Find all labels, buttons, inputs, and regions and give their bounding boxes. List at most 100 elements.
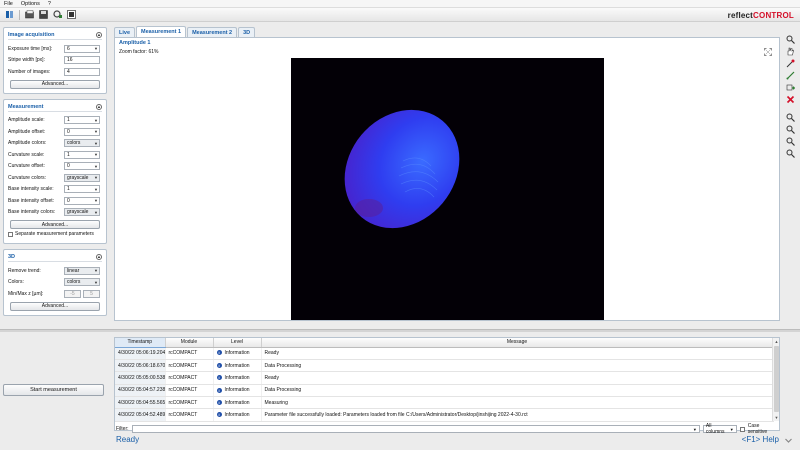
table-row[interactable]: 4/30/22 05:05:00.538 rcCOMPACT i Informat… [115,371,774,385]
three-d-group: 3D ▲ Remove trend: linear ▼ Colors: color… [3,249,107,316]
curvature-scale-select[interactable]: 1 ▼ [64,150,100,159]
field-label: Base intensity scale: [8,186,54,193]
table-row[interactable]: 4/30/22 05:06:18.670 rcCOMPACT i Informat… [115,359,774,373]
table-row[interactable]: 4/30/22 05:04:57.238 rcCOMPACT i Informat… [115,384,774,398]
line-profile-icon[interactable] [785,70,796,80]
help-link[interactable]: <F1> Help [742,435,779,444]
collapse-icon[interactable]: ▲ [96,103,102,110]
cell-timestamp: 4/30/22 05:05:00.538 [115,371,166,385]
stop-icon[interactable] [4,10,15,20]
max-z-field[interactable]: 5 [83,289,100,298]
fit-to-window-icon[interactable] [764,48,772,56]
cell-module: rcCOMPACT [165,359,214,373]
filter-scope-select[interactable]: All columns ▼ [702,423,737,435]
zoom-factor: Zoom factor: 61% [119,49,159,55]
delete-icon[interactable] [785,94,796,104]
cell-level: i Information [213,359,262,373]
cell-level: i Information [213,396,262,410]
dropdown-arrow-icon: ▼ [94,268,98,274]
min-z-field[interactable]: -5 [64,289,81,298]
number-of-images-field[interactable]: 4 [64,67,100,76]
scroll-thumb[interactable] [774,346,779,412]
curvature-offset-select[interactable]: 0 ▼ [64,162,100,171]
column-header-module[interactable]: Module [165,338,214,348]
dropdown-arrow-icon: ▼ [94,163,98,169]
cell-message: Measuring [261,396,774,410]
dropdown-arrow-icon: ▼ [94,129,98,135]
case-sensitive-label: Case sensitive [747,423,768,435]
image-acquisition-group: Image acquisition ▲ Exposure time [ms]: … [3,27,107,94]
case-sensitive-checkbox[interactable] [739,426,745,432]
measurement-advanced-button[interactable]: Advanced... [10,220,100,229]
base-intensity-offset-select[interactable]: 0 ▼ [64,196,100,205]
panel-splitter[interactable] [0,329,800,332]
amplitude-scale-select[interactable]: 1 ▼ [64,116,100,125]
add-marker-icon[interactable] [785,82,796,92]
dropdown-arrow-icon: ▼ [729,426,734,432]
column-header-timestamp[interactable]: Timestamp [115,338,166,348]
settings-icon[interactable] [52,10,63,20]
menu-options[interactable]: Options [21,1,40,7]
dropdown-arrow-icon: ▼ [94,198,98,204]
dropdown-arrow-icon: ▼ [94,117,98,123]
exposure-time-spinbox[interactable]: 6 ▼ [64,44,100,53]
table-row[interactable]: 4/30/22 05:04:52.489 rcCOMPACT i Informat… [115,408,774,422]
tab-measurement-1[interactable]: Measurement 1 [136,26,187,37]
base-intensity-colors-select[interactable]: grayscale ▼ [64,208,100,217]
amplitude-image[interactable] [291,58,604,320]
menu-file[interactable]: File [4,1,13,7]
filter-input[interactable]: ▼ [131,425,700,433]
log-panel: Timestamp Module Level Message 4/30/22 0… [114,337,780,431]
spin-arrow-icon: ▼ [94,46,98,52]
hand-pan-icon[interactable] [785,46,796,56]
open-icon[interactable] [24,10,35,20]
column-header-level[interactable]: Level [213,338,262,348]
remove-trend-select[interactable]: linear ▼ [64,266,100,275]
log-table: Timestamp Module Level Message 4/30/22 0… [115,338,774,422]
separate-parameters-checkbox[interactable] [8,231,13,237]
zoom-fit-icon[interactable] [785,136,796,146]
separate-parameters-label: Separate measurement parameters [15,231,94,237]
tab-measurement-2[interactable]: Measurement 2 [187,27,238,37]
cell-level: i Information [213,371,262,385]
eyedropper-icon[interactable] [785,58,796,68]
cell-module: rcCOMPACT [165,396,214,410]
zoom-in-icon[interactable] [785,112,796,122]
field-label: Curvature colors: [8,174,47,181]
table-row[interactable]: 4/30/22 05:04:55.565 rcCOMPACT i Informat… [115,396,774,410]
stripe-width-spinbox[interactable]: 16 [64,56,100,65]
toolbar: reflectCONTROL [0,8,800,22]
amplitude-colors-select[interactable]: colors ▼ [64,139,100,148]
filter-bar: Filter: ▼ All columns ▼ Case sensitive [114,423,780,435]
zoom-icon[interactable] [785,34,796,44]
save-icon[interactable] [38,10,49,20]
amplitude-offset-select[interactable]: 0 ▼ [64,127,100,136]
start-measurement-button[interactable]: Start measurement [3,384,104,396]
base-intensity-scale-select[interactable]: 1 ▼ [64,185,100,194]
table-row[interactable]: 4/30/22 05:06:19.204 rcCOMPACT i Informat… [115,347,774,360]
acquisition-advanced-button[interactable]: Advanced... [10,79,100,89]
cell-level: i Information [213,384,262,398]
field-label: Exposure time [ms]: [8,45,53,52]
log-scrollbar[interactable]: ▲ ▼ [772,338,779,421]
three-d-colors-select[interactable]: colors ▼ [64,278,100,287]
chevron-down-icon[interactable] [784,436,793,445]
tab-3d[interactable]: 3D [238,27,256,37]
column-header-message[interactable]: Message [261,338,774,348]
three-d-advanced-button[interactable]: Advanced... [10,301,100,311]
dropdown-arrow-icon: ▼ [94,209,98,215]
curvature-colors-select[interactable]: grayscale ▼ [64,173,100,182]
view-tools [785,34,798,158]
zoom-reset-icon[interactable] [785,148,796,158]
cell-message: Ready [261,347,774,360]
zoom-out-icon[interactable] [785,124,796,134]
field-label: Amplitude offset: [8,128,46,135]
tab-live[interactable]: Live [114,27,136,37]
field-label: Colors: [8,279,24,286]
field-label: Amplitude scale: [8,117,45,124]
collapse-icon[interactable]: ▲ [96,254,102,260]
info-icon: i [216,375,222,381]
collapse-icon[interactable]: ▲ [96,32,102,38]
export-icon[interactable] [66,10,77,20]
menu-help[interactable]: ? [48,1,51,7]
